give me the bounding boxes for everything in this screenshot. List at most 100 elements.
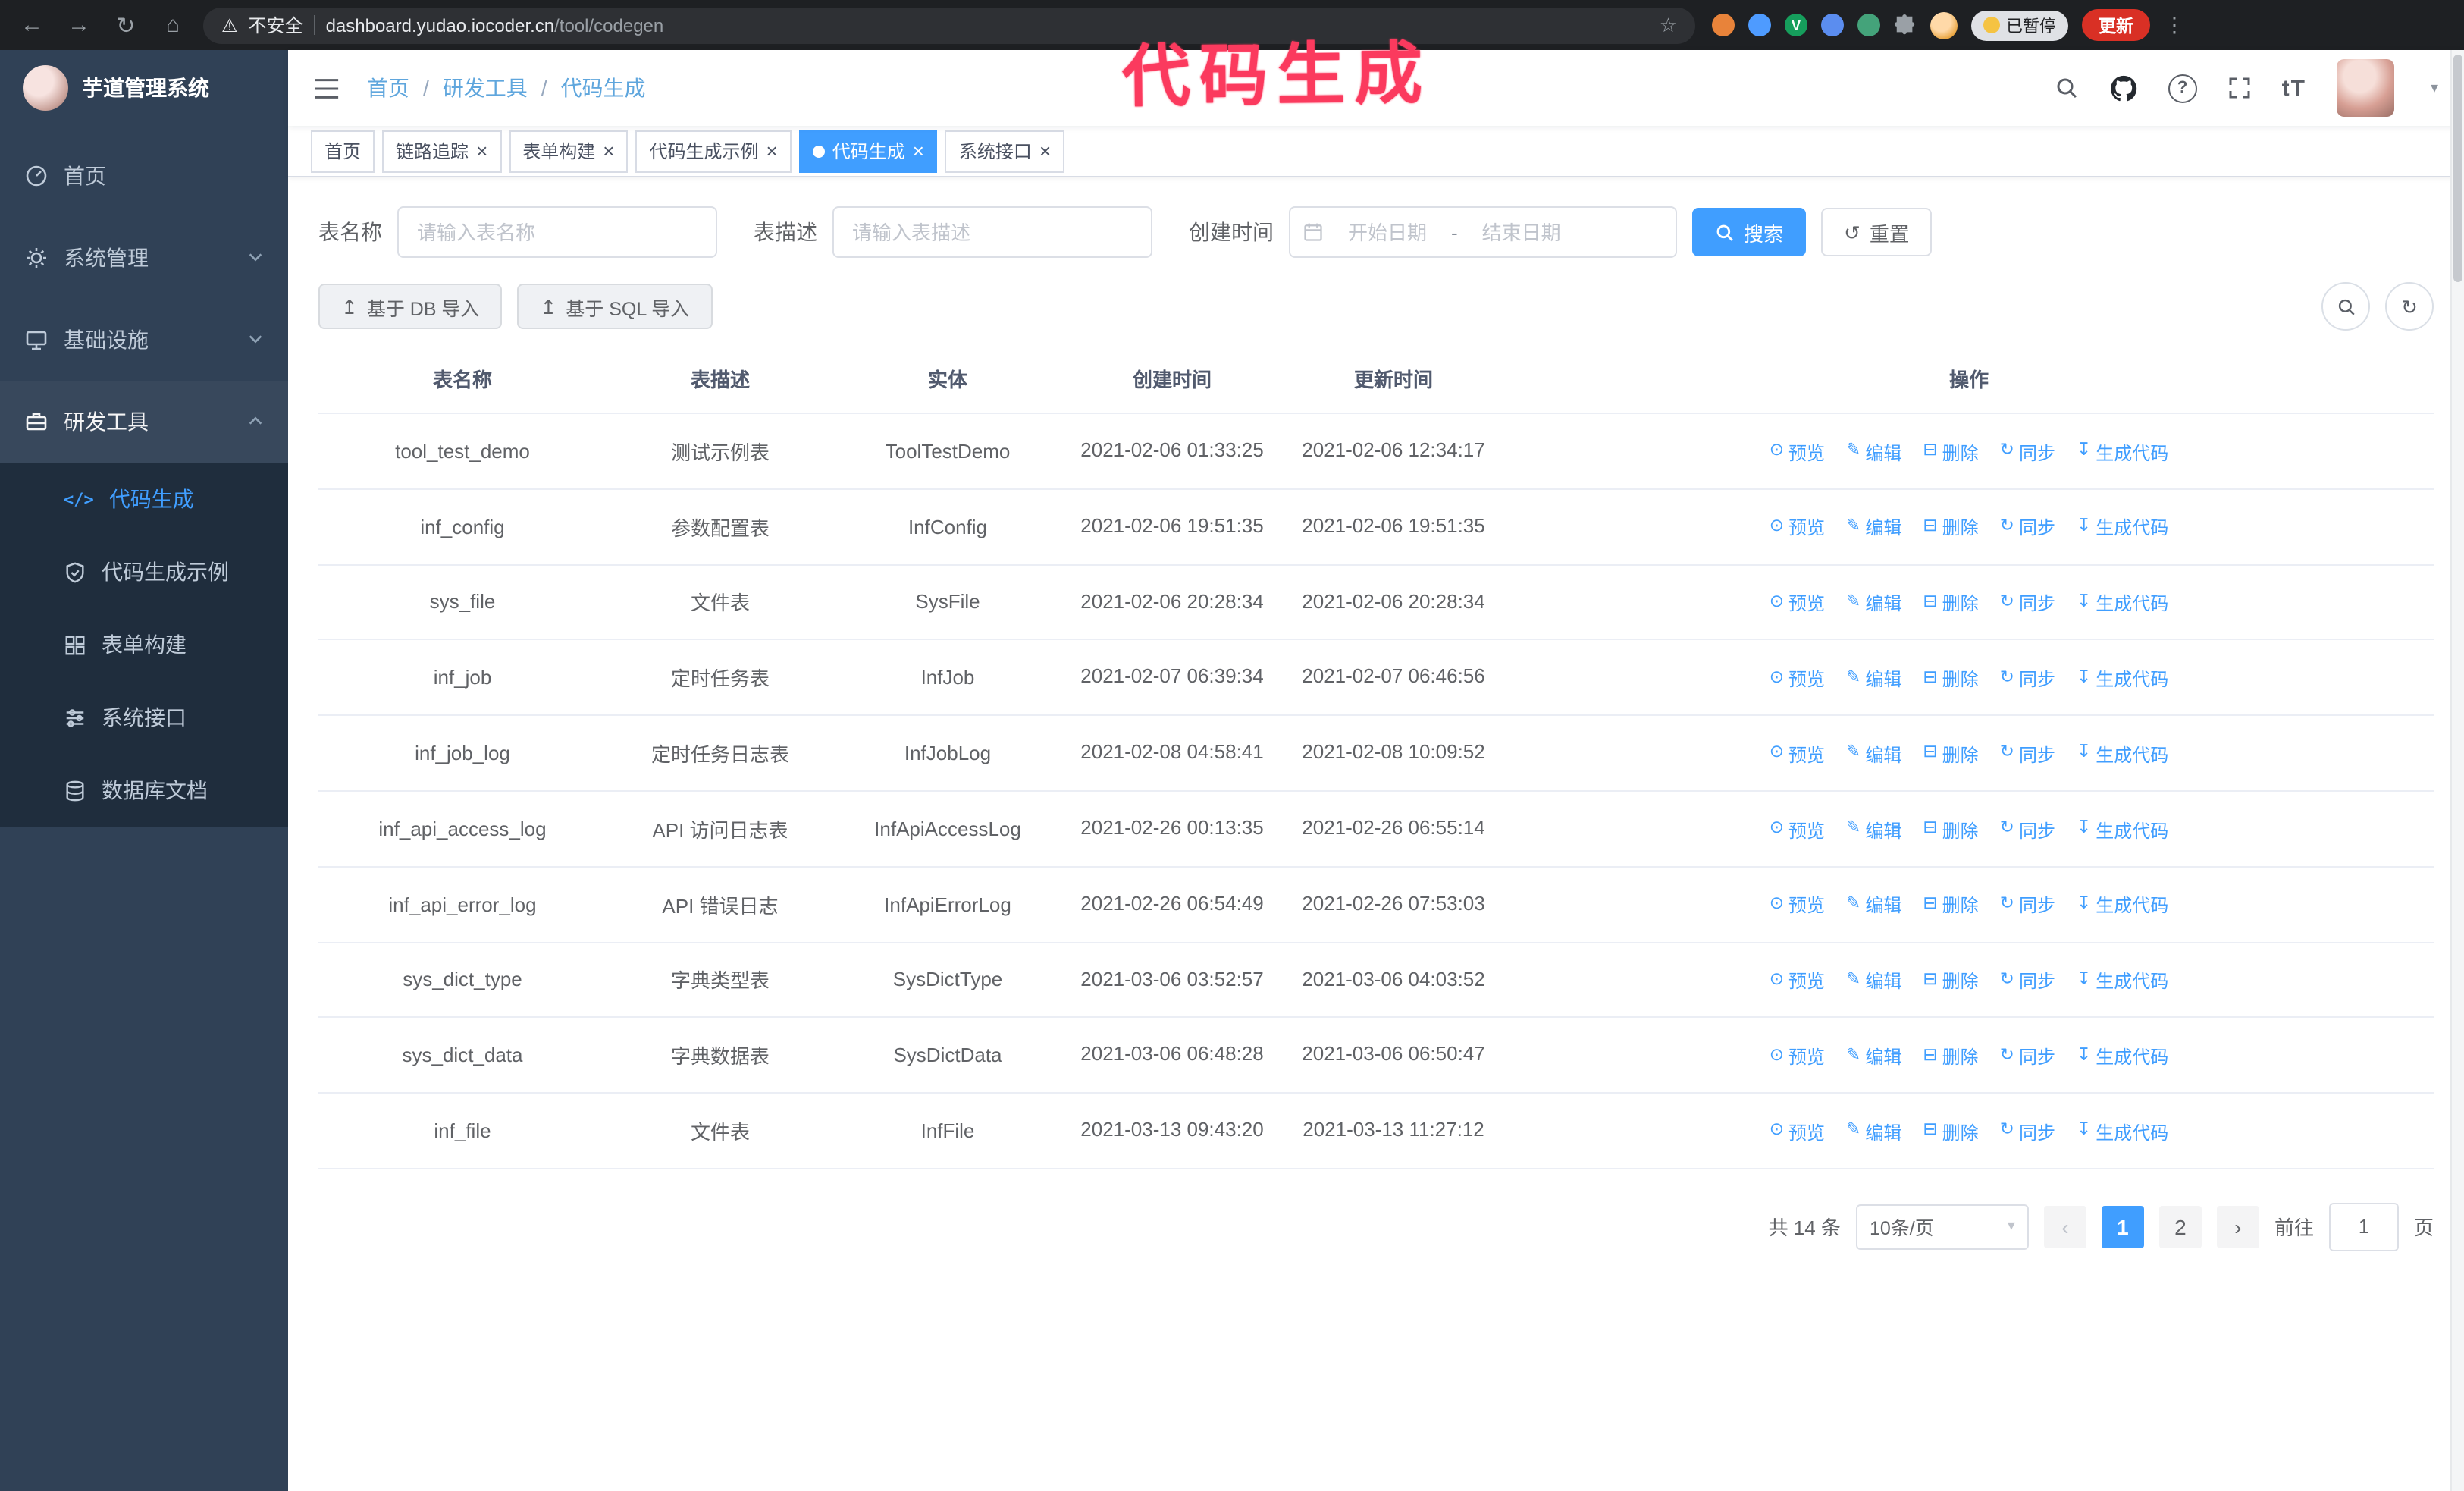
date-end-input[interactable] [1460, 219, 1582, 245]
delete-link[interactable]: ⊟ 删除 [1923, 590, 1978, 616]
avatar[interactable] [2336, 59, 2394, 117]
bookmark-star-icon[interactable]: ☆ [1660, 13, 1677, 37]
extension-icon[interactable]: V [1785, 14, 1807, 36]
tab-form-builder[interactable]: 表单构建 × [509, 130, 629, 172]
sidebar-item-codegen-example[interactable]: 代码生成示例 [0, 535, 288, 608]
sync-link[interactable]: ↻ 同步 [2000, 893, 2055, 918]
sync-link[interactable]: ↻ 同步 [2000, 817, 2055, 843]
extension-icon[interactable] [1821, 14, 1844, 36]
sync-link[interactable]: ↻ 同步 [2000, 968, 2055, 993]
sync-link[interactable]: ↻ 同步 [2000, 666, 2055, 692]
preview-link[interactable]: ⊙ 预览 [1770, 741, 1825, 767]
edit-link[interactable]: ✎ 编辑 [1846, 893, 1901, 918]
sync-link[interactable]: ↻ 同步 [2000, 515, 2055, 541]
browser-forward-icon[interactable]: → [62, 8, 96, 42]
delete-link[interactable]: ⊟ 删除 [1923, 893, 1978, 918]
generate-code-link[interactable]: ↧ 生成代码 [2077, 590, 2168, 616]
date-start-input[interactable] [1327, 219, 1448, 245]
table-name-input[interactable] [397, 206, 717, 258]
toggle-search-button[interactable] [2321, 282, 2370, 331]
next-page-button[interactable]: › [2216, 1205, 2259, 1248]
preview-link[interactable]: ⊙ 预览 [1770, 893, 1825, 918]
search-button[interactable]: 搜索 [1692, 208, 1807, 256]
edit-link[interactable]: ✎ 编辑 [1846, 439, 1901, 465]
browser-menu-icon[interactable]: ⋮ [2164, 12, 2185, 38]
generate-code-link[interactable]: ↧ 生成代码 [2077, 666, 2168, 692]
page-button-1[interactable]: 1 [2101, 1205, 2144, 1248]
generate-code-link[interactable]: ↧ 生成代码 [2077, 741, 2168, 767]
edit-link[interactable]: ✎ 编辑 [1846, 515, 1901, 541]
avatar-caret-icon[interactable]: ▾ [2431, 80, 2438, 96]
edit-link[interactable]: ✎ 编辑 [1846, 666, 1901, 692]
delete-link[interactable]: ⊟ 删除 [1923, 515, 1978, 541]
page-button-2[interactable]: 2 [2158, 1205, 2202, 1248]
reset-button[interactable]: ↺ 重置 [1821, 208, 1932, 256]
sidebar-collapse-icon[interactable] [314, 77, 340, 99]
preview-link[interactable]: ⊙ 预览 [1770, 666, 1825, 692]
edit-link[interactable]: ✎ 编辑 [1846, 590, 1901, 616]
generate-code-link[interactable]: ↧ 生成代码 [2077, 515, 2168, 541]
date-range-picker[interactable]: - [1289, 206, 1677, 258]
preview-link[interactable]: ⊙ 预览 [1770, 439, 1825, 465]
sidebar-item-codegen[interactable]: </> 代码生成 [0, 463, 288, 535]
extension-icon[interactable] [1748, 14, 1771, 36]
paused-badge[interactable]: 已暂停 [1971, 10, 2068, 40]
db-import-button[interactable]: ↥ 基于 DB 导入 [318, 284, 503, 329]
preview-link[interactable]: ⊙ 预览 [1770, 1119, 1825, 1144]
preview-link[interactable]: ⊙ 预览 [1770, 590, 1825, 616]
browser-profile-avatar[interactable] [1930, 11, 1958, 39]
delete-link[interactable]: ⊟ 删除 [1923, 666, 1978, 692]
help-icon[interactable]: ? [2168, 74, 2197, 102]
puzzle-extensions-icon[interactable] [1894, 14, 1917, 36]
browser-reload-icon[interactable]: ↻ [109, 8, 143, 42]
sync-link[interactable]: ↻ 同步 [2000, 590, 2055, 616]
sql-import-button[interactable]: ↥ 基于 SQL 导入 [517, 284, 713, 329]
scrollbar-thumb[interactable] [2453, 55, 2462, 282]
close-icon[interactable]: × [476, 141, 487, 161]
tab-home[interactable]: 首页 [311, 130, 375, 172]
font-size-icon[interactable]: tT [2282, 75, 2306, 101]
close-icon[interactable]: × [603, 141, 614, 161]
fullscreen-icon[interactable] [2227, 76, 2252, 100]
address-bar[interactable]: ⚠ 不安全 dashboard.yudao.iocoder.cn/tool/co… [203, 7, 1695, 43]
page-size-select[interactable]: 10条/页 ▾ [1855, 1204, 2029, 1250]
tab-codegen[interactable]: 代码生成 × [798, 130, 938, 172]
close-icon[interactable]: × [913, 141, 924, 161]
delete-link[interactable]: ⊟ 删除 [1923, 741, 1978, 767]
generate-code-link[interactable]: ↧ 生成代码 [2077, 968, 2168, 993]
edit-link[interactable]: ✎ 编辑 [1846, 741, 1901, 767]
goto-page-input[interactable] [2328, 1202, 2399, 1251]
edit-link[interactable]: ✎ 编辑 [1846, 1044, 1901, 1069]
extension-icon[interactable] [1712, 14, 1735, 36]
breadcrumb-home[interactable]: 首页 [367, 73, 409, 103]
delete-link[interactable]: ⊟ 删除 [1923, 439, 1978, 465]
tab-api[interactable]: 系统接口 × [945, 130, 1065, 172]
prev-page-button[interactable]: ‹ [2043, 1205, 2086, 1248]
sidebar-item-db-doc[interactable]: 数据库文档 [0, 754, 288, 827]
sync-link[interactable]: ↻ 同步 [2000, 741, 2055, 767]
sidebar-item-system[interactable]: 系统管理 [0, 217, 288, 299]
github-icon[interactable] [2109, 74, 2138, 102]
delete-link[interactable]: ⊟ 删除 [1923, 1044, 1978, 1069]
logo[interactable]: 芋道管理系统 [0, 50, 288, 126]
extension-icon[interactable] [1857, 14, 1880, 36]
edit-link[interactable]: ✎ 编辑 [1846, 817, 1901, 843]
refresh-button[interactable]: ↻ [2385, 282, 2434, 331]
sidebar-item-form-builder[interactable]: 表单构建 [0, 608, 288, 681]
close-icon[interactable]: × [1039, 141, 1051, 161]
preview-link[interactable]: ⊙ 预览 [1770, 1044, 1825, 1069]
browser-home-icon[interactable]: ⌂ [156, 8, 190, 42]
search-icon[interactable] [2055, 76, 2079, 100]
sync-link[interactable]: ↻ 同步 [2000, 1044, 2055, 1069]
chrome-update-button[interactable]: 更新 [2082, 9, 2150, 41]
preview-link[interactable]: ⊙ 预览 [1770, 968, 1825, 993]
tab-tracing[interactable]: 链路追踪 × [382, 130, 502, 172]
sidebar-item-devtools[interactable]: 研发工具 [0, 381, 288, 463]
close-icon[interactable]: × [766, 141, 778, 161]
preview-link[interactable]: ⊙ 预览 [1770, 515, 1825, 541]
browser-back-icon[interactable]: ← [15, 8, 49, 42]
sync-link[interactable]: ↻ 同步 [2000, 1119, 2055, 1144]
preview-link[interactable]: ⊙ 预览 [1770, 817, 1825, 843]
delete-link[interactable]: ⊟ 删除 [1923, 968, 1978, 993]
sync-link[interactable]: ↻ 同步 [2000, 439, 2055, 465]
